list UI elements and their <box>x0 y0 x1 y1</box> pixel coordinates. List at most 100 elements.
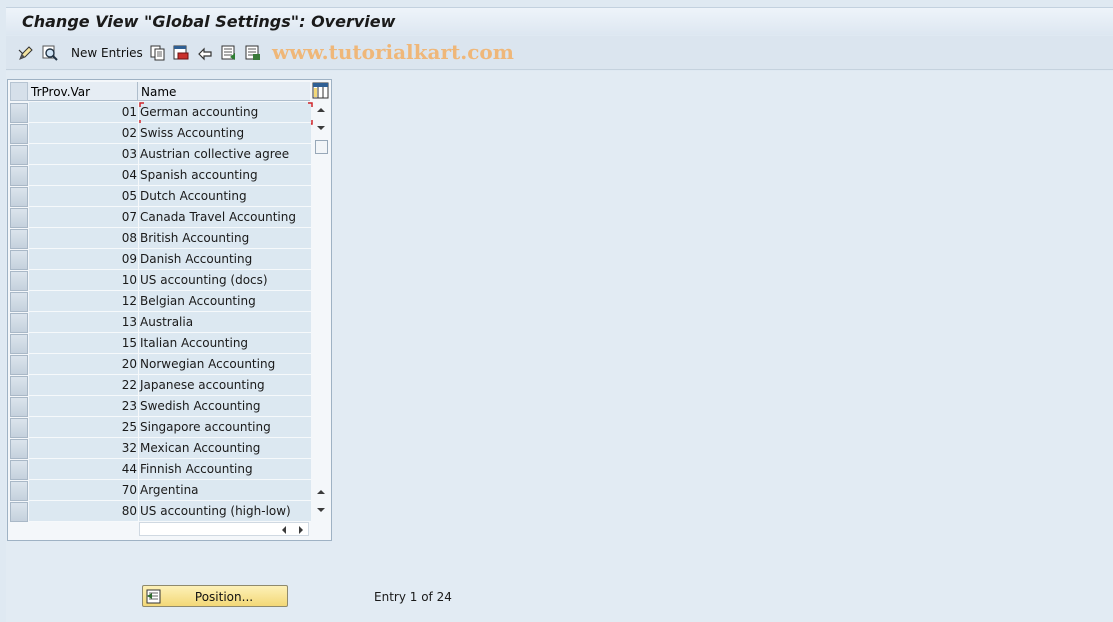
row-selector-button[interactable] <box>10 439 28 459</box>
row-selector-button[interactable] <box>10 334 28 354</box>
name-cell[interactable]: British Accounting <box>139 228 311 249</box>
table-row[interactable]: 25 Singapore accounting <box>10 417 311 438</box>
row-selector-button[interactable] <box>10 376 28 396</box>
table-row[interactable]: 02 Swiss Accounting <box>10 123 311 144</box>
table-row[interactable]: 10 US accounting (docs) <box>10 270 311 291</box>
table-row[interactable]: 08 British Accounting <box>10 228 311 249</box>
table-row[interactable]: 13 Australia <box>10 312 311 333</box>
table-row[interactable]: 01 German accounting <box>10 102 313 125</box>
table-row[interactable]: 32 Mexican Accounting <box>10 438 311 459</box>
name-cell[interactable]: Italian Accounting <box>139 333 311 354</box>
row-selector-button[interactable] <box>10 208 28 228</box>
name-cell[interactable]: Danish Accounting <box>139 249 311 270</box>
vertical-scrollbar[interactable] <box>313 102 329 520</box>
trprov-var-cell: 01 <box>29 102 139 123</box>
row-selector-button[interactable] <box>10 145 28 165</box>
row-selector-button[interactable] <box>10 355 28 375</box>
page-down-icon[interactable] <box>315 504 327 516</box>
find-icon[interactable] <box>41 44 59 62</box>
table-control: TrProv.Var Name 01 German accounting 02 Swi… <box>7 79 332 541</box>
row-selector-button[interactable] <box>10 292 28 312</box>
trprov-var-cell: 13 <box>29 312 139 333</box>
name-cell[interactable]: Australia <box>139 312 311 333</box>
table-row[interactable]: 44 Finnish Accounting <box>10 459 311 480</box>
trprov-var-cell: 12 <box>29 291 139 312</box>
new-entries-button[interactable]: New Entries <box>71 46 143 60</box>
name-cell[interactable]: Argentina <box>139 480 311 501</box>
undo-icon[interactable] <box>196 44 214 62</box>
table-rows: 01 German accounting 02 Swiss Accounting 03 A… <box>10 102 313 522</box>
table-row[interactable]: 04 Spanish accounting <box>10 165 311 186</box>
name-cell[interactable]: Norwegian Accounting <box>139 354 311 375</box>
application-toolbar: New Entries www.tutorialkart.com <box>6 36 1113 70</box>
row-selector-button[interactable] <box>10 460 28 480</box>
name-cell[interactable]: Finnish Accounting <box>139 459 311 480</box>
trprov-var-cell: 04 <box>29 165 139 186</box>
trprov-var-cell: 10 <box>29 270 139 291</box>
row-selector-button[interactable] <box>10 271 28 291</box>
row-selector-button[interactable] <box>10 250 28 270</box>
name-cell[interactable]: Mexican Accounting <box>139 438 311 459</box>
name-cell[interactable]: Canada Travel Accounting <box>139 207 311 228</box>
table-row[interactable]: 70 Argentina <box>10 480 311 501</box>
table-row[interactable]: 22 Japanese accounting <box>10 375 311 396</box>
name-cell[interactable]: Singapore accounting <box>139 417 311 438</box>
table-row[interactable]: 12 Belgian Accounting <box>10 291 311 312</box>
name-cell[interactable]: Spanish accounting <box>139 165 311 186</box>
trprov-var-cell: 02 <box>29 123 139 144</box>
page-up-icon[interactable] <box>315 486 327 498</box>
copy-icon[interactable] <box>149 44 167 62</box>
row-selector-button[interactable] <box>10 124 28 144</box>
row-selector-button[interactable] <box>10 502 28 522</box>
table-row[interactable]: 09 Danish Accounting <box>10 249 311 270</box>
trprov-var-cell: 32 <box>29 438 139 459</box>
row-selector-button[interactable] <box>10 313 28 333</box>
row-selector-button[interactable] <box>10 166 28 186</box>
table-row[interactable]: 03 Austrian collective agree <box>10 144 311 165</box>
table-row[interactable]: 05 Dutch Accounting <box>10 186 311 207</box>
watermark-text: www.tutorialkart.com <box>272 40 514 64</box>
name-cell[interactable]: US accounting (docs) <box>139 270 311 291</box>
display-change-icon[interactable] <box>17 44 35 62</box>
table-row[interactable]: 07 Canada Travel Accounting <box>10 207 311 228</box>
trprov-var-cell: 09 <box>29 249 139 270</box>
scroll-down-icon[interactable] <box>315 122 327 134</box>
column-header-trprov-var[interactable]: TrProv.Var <box>28 82 138 101</box>
row-selector-button[interactable] <box>10 481 28 501</box>
name-cell[interactable]: Austrian collective agree <box>139 144 311 165</box>
trprov-var-cell: 80 <box>29 501 139 522</box>
scroll-up-icon[interactable] <box>315 104 327 116</box>
row-selector-button[interactable] <box>10 418 28 438</box>
table-row[interactable]: 20 Norwegian Accounting <box>10 354 311 375</box>
row-selector-button[interactable] <box>10 229 28 249</box>
name-cell[interactable]: German accounting <box>139 102 311 123</box>
scrollbar-thumb[interactable] <box>315 140 328 154</box>
select-all-rows-button[interactable] <box>10 82 28 101</box>
column-header-name[interactable]: Name <box>138 82 310 101</box>
scroll-left-icon[interactable] <box>278 524 290 536</box>
trprov-var-cell: 07 <box>29 207 139 228</box>
row-selector-button[interactable] <box>10 103 28 123</box>
name-cell[interactable]: Swedish Accounting <box>139 396 311 417</box>
row-selector-button[interactable] <box>10 397 28 417</box>
scroll-right-icon[interactable] <box>295 524 307 536</box>
trprov-var-cell: 03 <box>29 144 139 165</box>
table-row[interactable]: 23 Swedish Accounting <box>10 396 311 417</box>
trprov-var-cell: 22 <box>29 375 139 396</box>
table-row[interactable]: 15 Italian Accounting <box>10 333 311 354</box>
table-settings-icon[interactable] <box>312 82 329 99</box>
name-cell[interactable]: Belgian Accounting <box>139 291 311 312</box>
delete-icon[interactable] <box>172 44 190 62</box>
table-row[interactable]: 80 US accounting (high-low) <box>10 501 311 522</box>
row-selector-button[interactable] <box>10 187 28 207</box>
name-cell[interactable]: Swiss Accounting <box>139 123 311 144</box>
name-cell[interactable]: Japanese accounting <box>139 375 311 396</box>
trprov-var-cell: 20 <box>29 354 139 375</box>
window-title: Change View "Global Settings": Overview <box>22 12 396 31</box>
name-cell[interactable]: Dutch Accounting <box>139 186 311 207</box>
position-button[interactable]: Position... <box>142 585 288 607</box>
select-block-icon[interactable] <box>244 44 262 62</box>
trprov-var-cell: 44 <box>29 459 139 480</box>
select-all-icon[interactable] <box>220 44 238 62</box>
name-cell[interactable]: US accounting (high-low) <box>139 501 311 522</box>
